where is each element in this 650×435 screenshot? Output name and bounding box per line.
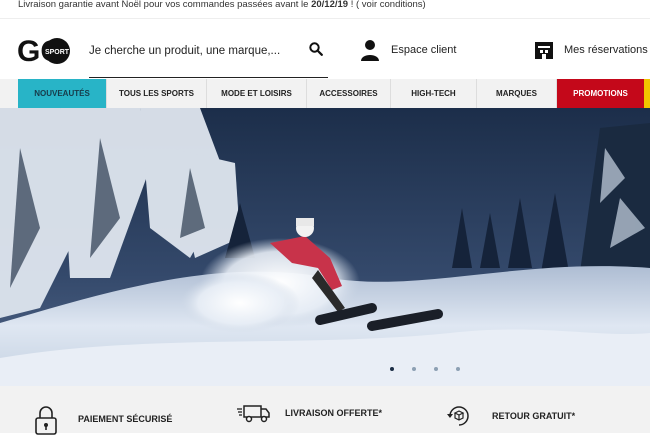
feature-free-delivery[interactable]: LIVRAISON OFFERTE* xyxy=(237,403,382,423)
reservations-link[interactable]: Mes réservations xyxy=(534,41,648,59)
account-label: Espace client xyxy=(391,44,457,56)
announcement-conditions-link[interactable]: ! ( voir conditions) xyxy=(348,0,426,10)
header: GO SPORT Espace client Mes réservations xyxy=(0,19,650,79)
nav-item-tous-les-sports[interactable]: TOUS LES SPORTS xyxy=(107,79,207,108)
return-box-icon xyxy=(447,406,469,426)
feature-label: RETOUR GRATUIT* xyxy=(492,411,576,421)
delivery-truck-icon xyxy=(237,405,270,423)
nav-item-mode-et-loisirs[interactable]: MODE ET LOISIRS xyxy=(207,79,307,108)
logo-text-sub: SPORT xyxy=(45,49,70,56)
search-bar xyxy=(89,41,328,78)
carousel-dots xyxy=(390,367,478,371)
user-icon xyxy=(361,40,379,61)
nav-item-accessoires[interactable]: ACCESSOIRES xyxy=(307,79,391,108)
nav-item-marques[interactable]: MARQUES xyxy=(477,79,557,108)
nav-item-promotions[interactable]: PROMOTIONS xyxy=(557,79,644,108)
feature-label: LIVRAISON OFFERTE* xyxy=(285,408,383,418)
search-icon[interactable] xyxy=(309,42,323,56)
feature-label: PAIEMENT SÉCURISÉ xyxy=(78,414,173,424)
reassurance-bar: PAIEMENT SÉCURISÉ LIVRAISON OFFERTE* RET… xyxy=(0,386,650,435)
hero-banner[interactable] xyxy=(0,108,650,386)
search-input[interactable] xyxy=(89,43,299,57)
announcement-date: 20/12/19 xyxy=(311,0,349,10)
feature-free-return[interactable]: RETOUR GRATUIT* xyxy=(446,403,575,429)
main-nav: NOUVEAUTÉS TOUS LES SPORTS MODE ET LOISI… xyxy=(0,79,650,108)
padlock-icon xyxy=(35,406,57,435)
carousel-dot[interactable] xyxy=(434,367,438,371)
reservations-label: Mes réservations xyxy=(564,44,648,56)
carousel-dot[interactable] xyxy=(390,367,394,371)
announcement-text: Livraison garantie avant Noël pour vos c… xyxy=(18,0,312,10)
nav-item-extra[interactable] xyxy=(644,79,650,108)
store-icon xyxy=(535,42,553,59)
account-link[interactable]: Espace client xyxy=(360,39,456,61)
nav-item-high-tech[interactable]: HIGH-TECH xyxy=(391,79,477,108)
announcement-bar[interactable]: Livraison garantie avant Noël pour vos c… xyxy=(0,0,650,19)
feature-secure-payment[interactable]: PAIEMENT SÉCURISÉ xyxy=(34,403,172,435)
hero-image xyxy=(0,108,650,386)
logo[interactable]: GO SPORT xyxy=(17,34,71,66)
carousel-dot[interactable] xyxy=(456,367,460,371)
nav-item-nouveautes[interactable]: NOUVEAUTÉS xyxy=(18,79,107,108)
carousel-dot[interactable] xyxy=(412,367,416,371)
